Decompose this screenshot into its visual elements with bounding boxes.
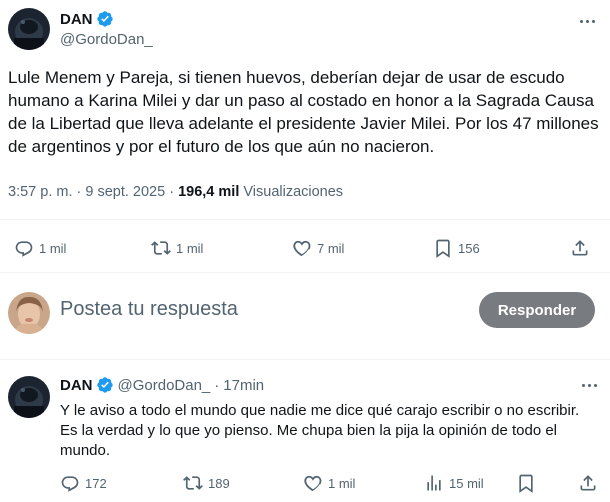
repost-action[interactable]: 189 [183, 473, 230, 493]
divider [0, 272, 610, 273]
reply-count: 1 mil [39, 240, 67, 256]
reply-input[interactable]: Postea tu respuesta [60, 298, 238, 321]
views-icon [424, 473, 444, 493]
author-name-line: DAN [60, 10, 114, 28]
bookmark-action[interactable] [516, 473, 541, 493]
user-avatar[interactable] [8, 292, 50, 334]
reply-author-line: DAN @GordoDan_ · 17min [60, 376, 264, 394]
author-avatar[interactable] [8, 8, 50, 50]
author-display-name[interactable]: DAN [60, 11, 93, 28]
bookmark-action[interactable]: 156 [433, 238, 480, 258]
share-icon [578, 473, 598, 493]
reply-icon [14, 238, 34, 258]
verified-badge-icon [96, 376, 114, 394]
repost-icon [183, 473, 203, 493]
reply-timestamp[interactable]: 17min [223, 377, 264, 394]
views-count: 15 mil [449, 475, 484, 491]
share-action[interactable] [578, 473, 603, 493]
repost-icon [151, 238, 171, 258]
tweet-views-count: 196,4 mil [178, 184, 240, 200]
share-action[interactable] [570, 238, 595, 258]
more-icon[interactable] [580, 20, 595, 23]
like-icon [303, 473, 323, 493]
reply-author-avatar[interactable] [8, 376, 50, 418]
bookmark-icon [516, 473, 536, 493]
divider [0, 219, 610, 220]
reply-action[interactable]: 1 mil [14, 238, 66, 258]
bookmark-icon [433, 238, 453, 258]
reply-icon [60, 473, 80, 493]
reply-button[interactable]: Responder [479, 292, 595, 328]
author-handle[interactable]: @GordoDan_ [60, 31, 153, 48]
verified-badge-icon [96, 10, 114, 28]
like-action[interactable]: 1 mil [303, 473, 355, 493]
reply-author-handle[interactable]: @GordoDan_ [118, 377, 211, 394]
tweet-meta: 3:57 p. m. · 9 sept. 2025 · 196,4 mil Vi… [8, 184, 343, 200]
repost-count: 1 mil [176, 240, 204, 256]
more-icon[interactable] [582, 384, 597, 387]
bookmark-count: 156 [458, 240, 480, 256]
reply-action[interactable]: 172 [60, 473, 107, 493]
share-icon [570, 238, 590, 258]
like-icon [292, 238, 312, 258]
like-count: 7 mil [317, 240, 345, 256]
tweet-views-label: Visualizaciones [239, 184, 344, 200]
like-action[interactable]: 7 mil [292, 238, 344, 258]
tweet-timestamp[interactable]: 3:57 p. m. · 9 sept. 2025 · [8, 184, 178, 200]
main-tweet: DAN @GordoDan_ Lule Menem y Pareja, si t… [0, 0, 610, 273]
reply-tweet-text: Y le aviso a todo el mundo que nadie me … [60, 402, 580, 459]
reply-tweet[interactable]: DAN @GordoDan_ · 17min Y le aviso a todo… [0, 360, 610, 502]
views-action[interactable]: 15 mil [424, 473, 484, 493]
repost-count: 189 [208, 475, 230, 491]
like-count: 1 mil [328, 475, 356, 491]
tweet-text: Lule Menem y Pareja, si tienen huevos, d… [8, 68, 599, 156]
reply-composer: Postea tu respuesta Responder [0, 274, 610, 359]
reply-count: 172 [85, 475, 107, 491]
repost-action[interactable]: 1 mil [151, 238, 203, 258]
separator-dot: · [214, 376, 220, 394]
reply-author-display-name[interactable]: DAN [60, 377, 93, 394]
